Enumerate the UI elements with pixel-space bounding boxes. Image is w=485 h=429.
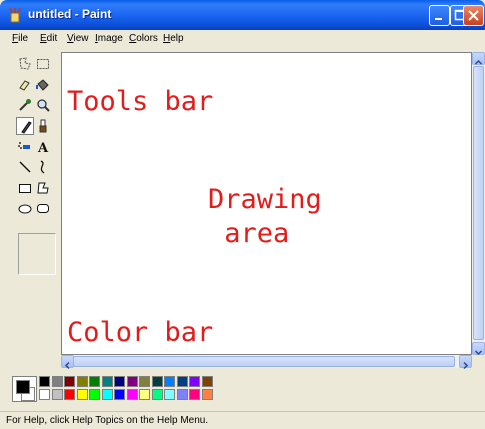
tool-pencil[interactable] bbox=[16, 117, 34, 135]
tool-line[interactable] bbox=[16, 158, 34, 176]
tool-options-box[interactable] bbox=[18, 233, 56, 275]
rect-select-icon bbox=[37, 59, 49, 69]
color-swatch[interactable] bbox=[164, 389, 175, 400]
magnifier-icon bbox=[37, 99, 50, 112]
color-swatch[interactable] bbox=[64, 376, 75, 387]
color-swatch[interactable] bbox=[76, 389, 88, 400]
drawing-area[interactable]: Tools bar Drawing area Color bar bbox=[61, 52, 472, 355]
tool-curve[interactable] bbox=[34, 158, 52, 176]
foreground-color-swatch bbox=[16, 380, 30, 394]
tool-magnifier[interactable] bbox=[34, 96, 52, 114]
color-bar bbox=[0, 370, 485, 410]
color-swatch[interactable] bbox=[101, 376, 113, 387]
resize-grip[interactable] bbox=[472, 355, 485, 368]
airbrush-icon bbox=[18, 142, 30, 149]
tool-rounded-rectangle[interactable] bbox=[34, 199, 52, 217]
tool-polygon[interactable] bbox=[34, 179, 52, 197]
minimize-button[interactable] bbox=[429, 5, 450, 26]
color-swatch[interactable] bbox=[114, 376, 125, 387]
line-icon bbox=[19, 161, 31, 173]
menu-image[interactable]: Image bbox=[95, 33, 123, 44]
tools-bar-label: Tools bar bbox=[67, 86, 214, 117]
color-swatch[interactable] bbox=[164, 376, 175, 387]
color-swatch[interactable] bbox=[176, 376, 188, 387]
tools-bar: A bbox=[10, 52, 57, 370]
vertical-scroll-thumb[interactable] bbox=[473, 66, 484, 340]
paint-cup-icon[interactable] bbox=[7, 7, 23, 23]
color-swatch[interactable] bbox=[64, 389, 75, 400]
brush-icon bbox=[39, 119, 47, 133]
menu-colors[interactable]: Colors bbox=[129, 33, 158, 44]
polygon-icon bbox=[37, 182, 49, 194]
close-button[interactable] bbox=[463, 5, 484, 26]
tool-ellipse[interactable] bbox=[16, 199, 34, 217]
menu-edit[interactable]: Edit bbox=[40, 33, 57, 44]
free-form-select-icon bbox=[19, 57, 31, 70]
svg-text:A: A bbox=[37, 141, 49, 155]
color-swatch[interactable] bbox=[126, 376, 138, 387]
title-bar[interactable]: untitled - Paint bbox=[0, 0, 485, 30]
close-icon bbox=[468, 10, 479, 21]
color-swatch[interactable] bbox=[201, 376, 213, 387]
color-swatch[interactable] bbox=[176, 389, 188, 400]
text-icon: A bbox=[37, 141, 49, 155]
color-swatch[interactable] bbox=[139, 389, 150, 400]
drawing-area-label: Drawing area bbox=[208, 184, 322, 249]
menu-help[interactable]: Help bbox=[163, 33, 184, 44]
minimize-icon bbox=[435, 18, 442, 20]
color-swatch[interactable] bbox=[126, 389, 138, 400]
tool-text[interactable]: A bbox=[34, 138, 52, 156]
color-swatch[interactable] bbox=[151, 376, 163, 387]
tool-fill-with-color[interactable] bbox=[34, 76, 52, 94]
color-swatch[interactable] bbox=[39, 389, 50, 400]
scroll-right-button[interactable] bbox=[459, 355, 472, 370]
color-swatch[interactable] bbox=[76, 376, 88, 387]
tool-eraser[interactable] bbox=[16, 76, 34, 94]
color-swatch[interactable] bbox=[89, 389, 100, 400]
eraser-icon bbox=[19, 80, 30, 91]
tool-rectangle[interactable] bbox=[16, 179, 34, 197]
scroll-up-button[interactable] bbox=[472, 52, 485, 65]
color-swatch[interactable] bbox=[89, 376, 100, 387]
window-title: untitled - Paint bbox=[28, 7, 112, 21]
status-text: For Help, click Help Topics on the Help … bbox=[6, 415, 209, 426]
color-swatch[interactable] bbox=[189, 376, 200, 387]
color-swatch[interactable] bbox=[139, 376, 150, 387]
current-colors-box[interactable] bbox=[12, 376, 37, 402]
rounded-rectangle-icon bbox=[37, 204, 49, 213]
menu-file[interactable]: File bbox=[12, 33, 28, 44]
vertical-scrollbar[interactable] bbox=[472, 52, 485, 356]
color-bar-label: Color bar bbox=[67, 317, 214, 348]
ellipse-icon bbox=[18, 204, 32, 214]
tool-brush[interactable] bbox=[34, 117, 52, 135]
color-swatch[interactable] bbox=[114, 389, 125, 400]
curve-icon bbox=[40, 160, 45, 174]
menu-view[interactable]: View bbox=[67, 33, 89, 44]
scroll-down-button[interactable] bbox=[472, 342, 485, 356]
pencil-icon bbox=[21, 121, 32, 134]
color-swatch[interactable] bbox=[51, 389, 63, 400]
tool-airbrush[interactable] bbox=[16, 138, 34, 156]
color-swatch[interactable] bbox=[151, 389, 163, 400]
tool-free-form-select[interactable] bbox=[16, 55, 34, 73]
rectangle-icon bbox=[19, 184, 31, 193]
tool-select[interactable] bbox=[34, 55, 52, 73]
color-swatch[interactable] bbox=[101, 389, 113, 400]
color-swatch[interactable] bbox=[189, 389, 200, 400]
eyedropper-icon bbox=[19, 99, 31, 111]
color-swatch[interactable] bbox=[51, 376, 63, 387]
paint-window: untitled - Paint File Edit View Image Co… bbox=[0, 0, 485, 429]
horizontal-scroll-thumb[interactable] bbox=[73, 356, 455, 367]
menu-bar: File Edit View Image Colors Help bbox=[3, 30, 482, 48]
horizontal-scrollbar[interactable] bbox=[61, 355, 472, 370]
paint-bucket-icon bbox=[36, 79, 49, 91]
color-swatch[interactable] bbox=[39, 376, 50, 387]
color-swatch[interactable] bbox=[201, 389, 213, 400]
tool-pick-color[interactable] bbox=[16, 96, 34, 114]
status-bar: For Help, click Help Topics on the Help … bbox=[0, 411, 485, 429]
